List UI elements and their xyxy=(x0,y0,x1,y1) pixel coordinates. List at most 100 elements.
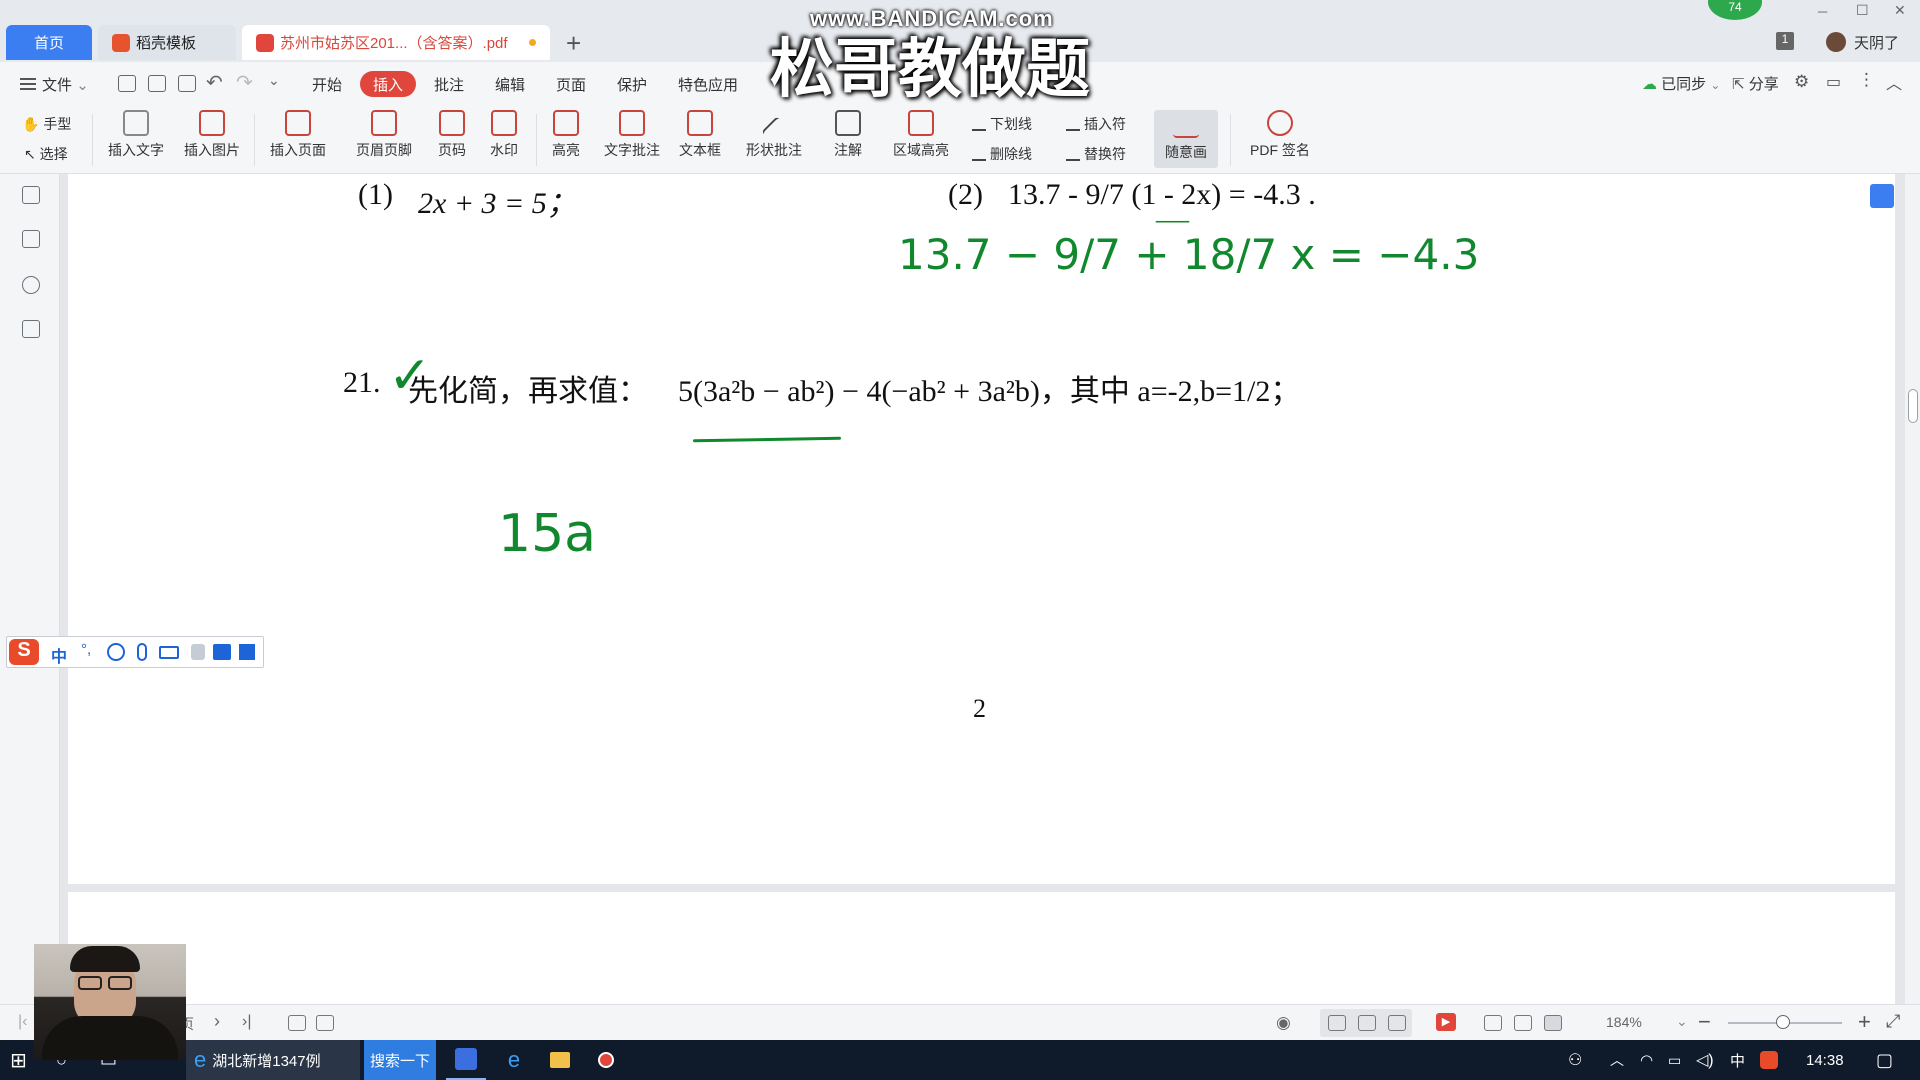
floating-tool-icon[interactable] xyxy=(1870,184,1894,208)
ime-mode[interactable]: 中 xyxy=(51,643,67,667)
menu-annotate[interactable]: 批注 xyxy=(434,74,464,95)
new-tab-button[interactable]: + xyxy=(566,28,581,59)
tray-chevron-icon[interactable]: ︿ xyxy=(1610,1040,1624,1080)
status-badge[interactable]: 74 xyxy=(1708,0,1762,20)
play-slideshow-icon[interactable]: ▶ xyxy=(1436,1013,1456,1031)
first-page-icon[interactable]: |‹ xyxy=(18,1013,27,1031)
open-icon[interactable] xyxy=(118,75,136,92)
quick-access-dropdown-icon[interactable]: ⌄ xyxy=(268,72,280,89)
settings-gear-icon[interactable]: ⚙ xyxy=(1794,72,1809,92)
volume-icon[interactable]: ◁) xyxy=(1696,1040,1714,1080)
two-page-view-icon[interactable] xyxy=(1388,1015,1406,1031)
page-number-button[interactable]: 页码 xyxy=(430,110,474,160)
tab-template[interactable]: 稻壳模板 xyxy=(98,25,236,60)
user-icon[interactable] xyxy=(191,644,205,660)
select-tool[interactable]: ↖ 选择 xyxy=(24,144,68,164)
undo-icon[interactable]: ↶ xyxy=(206,70,223,95)
document-viewport[interactable]: (1) 2x + 3 = 5； (2) 13.7 - 9/7 (1 - 2x) … xyxy=(60,174,1905,1004)
continuous-view-icon[interactable] xyxy=(1358,1015,1376,1031)
actual-size-icon[interactable] xyxy=(1484,1015,1502,1031)
more-icon[interactable]: ⋮ xyxy=(1858,70,1875,90)
tab-pdf-document[interactable]: 苏州市姑苏区201...（含答案）.pdf xyxy=(242,25,550,60)
next-page-icon[interactable]: › xyxy=(214,1011,220,1032)
back-icon[interactable] xyxy=(288,1015,306,1031)
vertical-scrollbar[interactable] xyxy=(1905,174,1920,1004)
file-explorer-icon[interactable] xyxy=(540,1040,580,1080)
user-name[interactable]: 天阴了 xyxy=(1854,32,1899,53)
print-icon[interactable] xyxy=(178,75,196,92)
note-button[interactable]: 注解 xyxy=(822,110,874,160)
sync-status[interactable]: ☁ 已同步 ⌄ xyxy=(1642,73,1720,94)
thumbnails-icon[interactable] xyxy=(22,186,40,204)
menu-edit[interactable]: 编辑 xyxy=(495,74,525,95)
fullscreen-icon[interactable]: ⤢ xyxy=(1886,1011,1900,1032)
strikethrough-button[interactable]: 删除线 xyxy=(972,144,1032,164)
toolbox-grid-icon[interactable] xyxy=(239,644,255,660)
close-button[interactable]: ✕ xyxy=(1894,2,1906,19)
menu-protect[interactable]: 保护 xyxy=(617,74,647,95)
action-center-icon[interactable]: ▢ xyxy=(1876,1040,1893,1080)
windows-start-icon[interactable]: ⊞ xyxy=(10,1040,27,1080)
collapse-ribbon-icon[interactable]: ︿ xyxy=(1886,70,1902,94)
clock[interactable]: 14:38 xyxy=(1806,1040,1844,1080)
insert-text-button[interactable]: 插入文字 xyxy=(104,110,168,160)
hand-tool[interactable]: ✋ 手型 xyxy=(22,114,71,134)
zoom-in-icon[interactable]: + xyxy=(1858,1009,1871,1035)
keyboard-icon[interactable] xyxy=(159,646,179,659)
sogou-tray-icon[interactable] xyxy=(1760,1040,1778,1080)
insert-page-button[interactable]: 插入页面 xyxy=(262,110,334,160)
last-page-icon[interactable]: ›| xyxy=(242,1013,251,1031)
pdf-page-next[interactable] xyxy=(68,892,1895,1004)
minimize-button[interactable]: ─ xyxy=(1818,4,1827,19)
eye-protection-icon[interactable]: ◉ xyxy=(1276,1013,1291,1033)
taskbar-browser-app[interactable]: e 湖北新增1347例 xyxy=(186,1040,360,1080)
menu-page[interactable]: 页面 xyxy=(556,74,586,95)
ime-punctuation[interactable]: °, xyxy=(81,641,91,658)
zoom-level[interactable]: 184% xyxy=(1606,1014,1642,1030)
textbox-button[interactable]: 文本框 xyxy=(674,110,726,160)
microphone-icon[interactable] xyxy=(137,643,147,661)
maximize-button[interactable]: ☐ xyxy=(1856,2,1869,19)
input-method-indicator[interactable]: 中 xyxy=(1730,1040,1745,1080)
watermark-button[interactable]: 水印 xyxy=(480,110,528,160)
single-page-view-icon[interactable] xyxy=(1328,1015,1346,1031)
ime-toolbar[interactable]: S 中 °, xyxy=(6,636,264,668)
area-highlight-button[interactable]: 区域高亮 xyxy=(884,110,958,160)
header-footer-button[interactable]: 页眉页脚 xyxy=(348,110,420,160)
share-button[interactable]: ⇱ 分享 xyxy=(1732,73,1779,94)
battery-icon[interactable]: ▭ xyxy=(1668,1040,1681,1080)
pdf-page[interactable]: (1) 2x + 3 = 5； (2) 13.7 - 9/7 (1 - 2x) … xyxy=(68,174,1895,884)
avatar[interactable] xyxy=(1826,32,1846,52)
highlight-button[interactable]: 高亮 xyxy=(542,110,590,160)
zoom-slider-thumb[interactable] xyxy=(1776,1015,1790,1029)
zoom-out-icon[interactable]: − xyxy=(1698,1009,1711,1035)
redo-icon[interactable]: ↷ xyxy=(236,70,253,95)
signature-panel-icon[interactable] xyxy=(22,320,40,338)
file-menu[interactable]: 文件 ⌄ xyxy=(20,74,89,95)
forward-icon[interactable] xyxy=(316,1015,334,1031)
edge-icon[interactable]: e xyxy=(494,1040,534,1080)
zoom-dropdown-icon[interactable]: ⌄ xyxy=(1676,1013,1688,1030)
image-panel-icon[interactable] xyxy=(22,230,40,248)
fit-page-icon[interactable] xyxy=(1514,1015,1532,1031)
people-icon[interactable]: ⚇ xyxy=(1568,1040,1582,1080)
menu-start[interactable]: 开始 xyxy=(312,74,342,95)
menu-insert[interactable]: 插入 xyxy=(360,71,416,97)
text-annotation-button[interactable]: 文字批注 xyxy=(600,110,664,160)
sogou-logo-icon[interactable]: S xyxy=(9,639,39,665)
underline-button[interactable]: 下划线 xyxy=(972,114,1032,134)
replace-mark-button[interactable]: 替换符 xyxy=(1066,144,1126,164)
tab-home[interactable]: 首页 xyxy=(6,25,92,60)
emoji-icon[interactable] xyxy=(107,643,125,661)
pdf-sign-button[interactable]: PDF 签名 xyxy=(1242,110,1318,160)
freehand-draw-button[interactable]: 随意画 xyxy=(1154,110,1218,168)
comment-icon[interactable]: ▭ xyxy=(1826,72,1841,92)
notification-count[interactable]: 1 xyxy=(1776,32,1794,50)
shape-annotation-button[interactable]: 形状批注 xyxy=(738,110,810,160)
menu-features[interactable]: 特色应用 xyxy=(678,74,738,95)
insert-mark-button[interactable]: 插入符 xyxy=(1066,114,1126,134)
wifi-icon[interactable]: ◠ xyxy=(1640,1040,1653,1080)
stamp-icon[interactable] xyxy=(22,276,40,294)
skin-shirt-icon[interactable] xyxy=(213,644,231,660)
wps-app-icon[interactable] xyxy=(446,1040,486,1080)
